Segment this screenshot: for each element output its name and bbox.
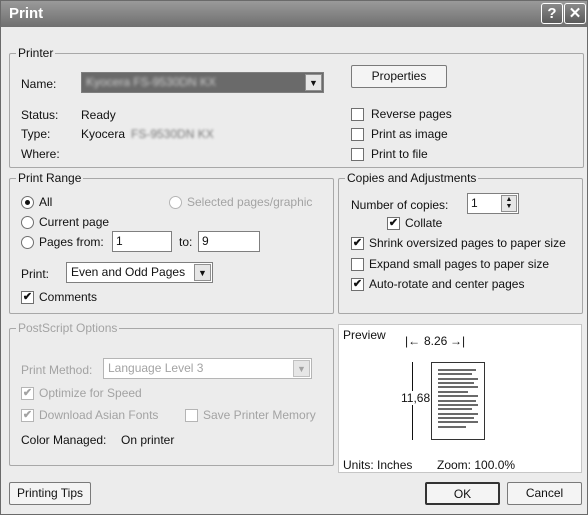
comments-checkbox[interactable]: ✔ bbox=[21, 291, 34, 304]
optimize-label: Optimize for Speed bbox=[39, 386, 142, 400]
save-memory-checkbox[interactable] bbox=[185, 409, 198, 422]
print-subset-select[interactable]: Even and Odd Pages ▼ bbox=[66, 262, 213, 283]
selected-pages-radio[interactable] bbox=[169, 196, 182, 209]
print-to-file-checkbox[interactable] bbox=[351, 148, 364, 161]
title-bar[interactable]: Print ? ✕ bbox=[1, 1, 587, 27]
print-dialog: Print ? ✕ Printer Name: Kyocera FS-9530D… bbox=[0, 0, 588, 515]
type-label: Type: bbox=[21, 127, 51, 141]
print-method-select[interactable]: Language Level 3 ▼ bbox=[103, 358, 312, 379]
print-range-legend: Print Range bbox=[16, 171, 84, 185]
ok-label: OK bbox=[453, 487, 472, 501]
chevron-down-icon: ▼ bbox=[194, 264, 211, 281]
preview-height: 11,68 bbox=[401, 391, 431, 405]
printer-legend: Printer bbox=[16, 46, 56, 60]
cancel-button[interactable]: Cancel bbox=[507, 482, 582, 505]
comments-label: Comments bbox=[39, 290, 98, 304]
units-label: Units: Inches bbox=[343, 458, 413, 472]
properties-button[interactable]: Properties bbox=[351, 65, 447, 88]
current-page-radio[interactable] bbox=[21, 216, 34, 229]
color-managed-label: Color Managed: bbox=[21, 433, 107, 447]
type-value-blurred: FS-9530DN KX bbox=[131, 127, 214, 141]
type-value: Kyocera bbox=[81, 127, 126, 141]
all-radio[interactable] bbox=[21, 196, 34, 209]
spinner-arrows-icon[interactable]: ▲ ▼ bbox=[501, 195, 517, 212]
print-as-image-checkbox[interactable] bbox=[351, 128, 364, 141]
download-fonts-checkbox[interactable]: ✔ bbox=[21, 409, 34, 422]
current-page-label: Current page bbox=[39, 215, 110, 229]
width-arrow-end-icon: →| bbox=[450, 334, 466, 348]
where-label: Where: bbox=[21, 147, 60, 161]
chevron-down-icon: ▼ bbox=[305, 74, 322, 91]
status-label: Status: bbox=[21, 108, 59, 122]
to-value: 9 bbox=[202, 234, 209, 248]
chevron-down-icon: ▼ bbox=[293, 360, 310, 377]
reverse-pages-label: Reverse pages bbox=[371, 107, 452, 121]
name-label: Name: bbox=[21, 77, 57, 91]
save-memory-label: Save Printer Memory bbox=[203, 408, 316, 422]
selected-pages-label: Selected pages/graphic bbox=[187, 195, 313, 209]
print-subset-value: Even and Odd Pages bbox=[71, 265, 186, 279]
zoom-label: Zoom: 100.0% bbox=[437, 458, 516, 472]
pages-radio[interactable] bbox=[21, 236, 34, 249]
print-method-label: Print Method: bbox=[21, 363, 93, 377]
expand-checkbox[interactable] bbox=[351, 258, 364, 271]
all-label: All bbox=[39, 195, 53, 209]
color-managed-value: On printer bbox=[121, 433, 175, 447]
optimize-checkbox[interactable]: ✔ bbox=[21, 387, 34, 400]
print-to-file-label: Print to file bbox=[371, 147, 428, 161]
print-label: Print: bbox=[21, 267, 50, 281]
preview-width: 8.26 bbox=[424, 334, 448, 348]
page-thumbnail bbox=[431, 362, 485, 440]
help-button[interactable]: ? bbox=[541, 3, 563, 24]
expand-label: Expand small pages to paper size bbox=[369, 257, 550, 271]
close-icon: ✕ bbox=[568, 5, 582, 22]
pages-from-label: Pages from: bbox=[39, 235, 104, 249]
help-icon: ? bbox=[547, 5, 557, 22]
autorotate-checkbox[interactable]: ✔ bbox=[351, 278, 364, 291]
collate-checkbox[interactable]: ✔ bbox=[387, 217, 400, 230]
copies-value: 1 bbox=[471, 196, 478, 210]
ok-button[interactable]: OK bbox=[425, 482, 500, 505]
download-fonts-label: Download Asian Fonts bbox=[39, 408, 159, 422]
reverse-pages-checkbox[interactable] bbox=[351, 108, 364, 121]
print-as-image-label: Print as image bbox=[371, 127, 448, 141]
printing-tips-label: Printing Tips bbox=[16, 486, 84, 500]
from-value: 1 bbox=[116, 234, 123, 248]
copies-label: Number of copies: bbox=[351, 198, 449, 212]
print-method-value: Language Level 3 bbox=[108, 361, 204, 375]
printing-tips-button[interactable]: Printing Tips bbox=[9, 482, 91, 505]
shrink-checkbox[interactable]: ✔ bbox=[351, 237, 364, 250]
preview-label: Preview bbox=[343, 328, 386, 342]
copies-stepper[interactable]: 1 ▲ ▼ bbox=[467, 193, 519, 214]
close-button[interactable]: ✕ bbox=[564, 3, 586, 24]
shrink-label: Shrink oversized pages to paper size bbox=[369, 236, 566, 250]
to-label: to: bbox=[179, 235, 193, 249]
from-input[interactable]: 1 bbox=[112, 231, 172, 252]
copies-legend: Copies and Adjustments bbox=[345, 171, 479, 185]
postscript-legend: PostScript Options bbox=[16, 321, 120, 335]
to-input[interactable]: 9 bbox=[198, 231, 260, 252]
autorotate-label: Auto-rotate and center pages bbox=[369, 277, 525, 291]
properties-label: Properties bbox=[371, 69, 427, 83]
status-value: Ready bbox=[81, 108, 116, 122]
printer-name-value: Kyocera FS-9530DN KX bbox=[86, 75, 217, 89]
printer-name-select[interactable]: Kyocera FS-9530DN KX ▼ bbox=[81, 72, 324, 93]
dialog-title: Print bbox=[9, 5, 44, 22]
collate-label: Collate bbox=[405, 216, 443, 230]
width-arrow-icon: |← bbox=[405, 334, 421, 348]
cancel-label: Cancel bbox=[525, 486, 564, 500]
